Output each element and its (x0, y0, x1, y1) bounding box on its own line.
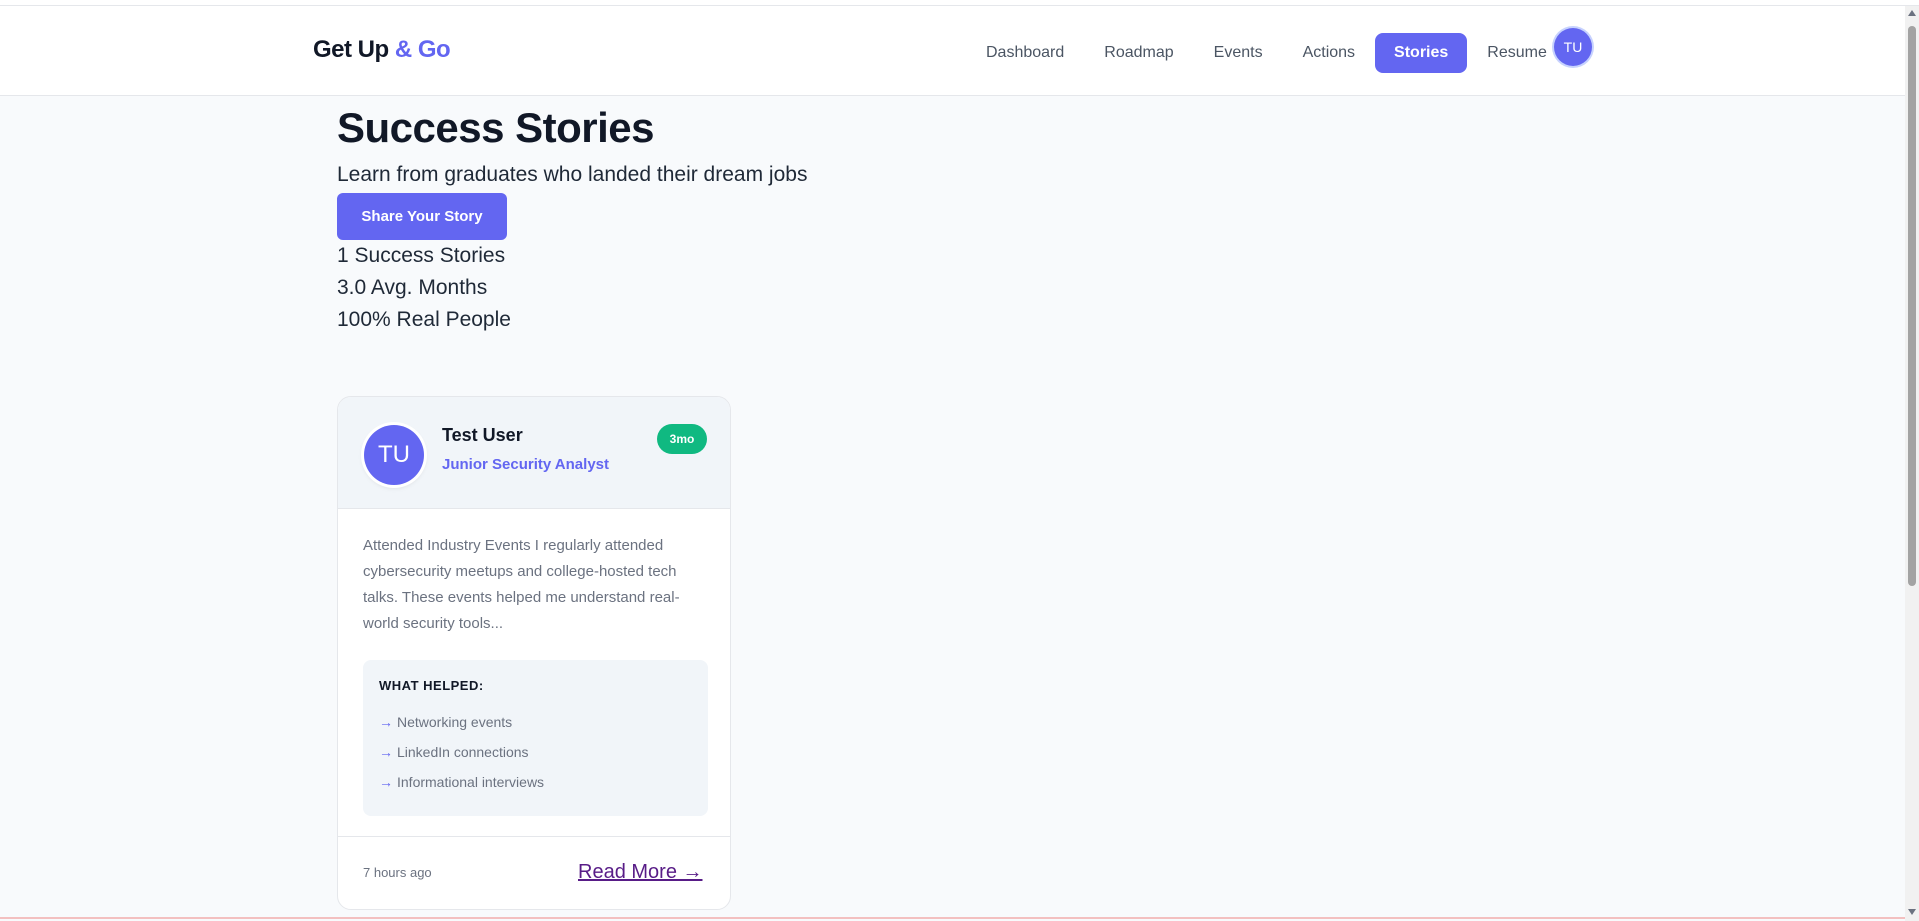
story-card-footer: 7 hours ago Read More → (338, 836, 730, 909)
vertical-scrollbar[interactable] (1905, 6, 1919, 921)
story-author-name: Test User (442, 425, 523, 445)
nav-item-events[interactable]: Events (1194, 33, 1283, 73)
nav-item-dashboard[interactable]: Dashboard (966, 33, 1084, 73)
helped-item-label: Informational interviews (397, 774, 545, 790)
story-excerpt: Attended Industry Events I regularly att… (363, 537, 680, 632)
stat-avg-months: 3.0 Avg. Months (337, 276, 488, 299)
logo[interactable]: Get Up & Go (313, 36, 451, 64)
arrow-right-icon: → (379, 714, 393, 730)
nav-item-resume[interactable]: Resume (1467, 33, 1567, 73)
story-timestamp: 7 hours ago (363, 865, 432, 880)
page-title: Success Stories (337, 104, 655, 151)
app-header: Get Up & Go Dashboard Roadmap Events Act… (0, 6, 1905, 96)
scroll-up-arrow-icon[interactable] (1908, 10, 1916, 16)
arrow-right-icon: → (379, 744, 393, 760)
story-author-role: Junior Security Analyst (442, 456, 609, 473)
helped-item-label: Networking events (397, 714, 513, 730)
logo-accent: & Go (394, 36, 451, 63)
share-story-button[interactable]: Share Your Story (337, 193, 507, 240)
bottom-edge (0, 917, 1905, 919)
logo-main: Get Up (313, 36, 389, 63)
nav-item-stories[interactable]: Stories (1375, 33, 1468, 73)
helped-item: → Networking events (379, 707, 692, 737)
story-avatar: TU (364, 425, 424, 485)
user-avatar[interactable]: TU (1554, 28, 1592, 66)
helped-item-label: LinkedIn connections (397, 744, 529, 760)
arrow-right-icon: → (379, 774, 393, 790)
nav-item-actions[interactable]: Actions (1283, 33, 1375, 73)
what-helped-title: WHAT HELPED: (379, 678, 484, 693)
duration-badge: 3mo (657, 424, 707, 454)
story-card-header: TU Test User Junior Security Analyst 3mo (338, 397, 730, 509)
scroll-thumb[interactable] (1908, 26, 1916, 586)
read-more-link[interactable]: Read More → (578, 861, 703, 884)
page-subtitle: Learn from graduates who landed their dr… (337, 163, 808, 186)
helped-item: → Informational interviews (379, 767, 692, 797)
story-card[interactable]: TU Test User Junior Security Analyst 3mo… (337, 396, 731, 910)
scroll-down-arrow-icon[interactable] (1908, 909, 1916, 915)
main-nav: Dashboard Roadmap Events Actions Stories… (966, 33, 1567, 73)
nav-item-roadmap[interactable]: Roadmap (1084, 33, 1193, 73)
stat-real-people: 100% Real People (337, 308, 511, 331)
stat-success-stories: 1 Success Stories (337, 244, 506, 267)
helped-item: → LinkedIn connections (379, 737, 692, 767)
what-helped-box: WHAT HELPED: → Networking events → LinkedI… (363, 660, 708, 816)
story-card-body: Attended Industry Events I regularly att… (338, 509, 730, 816)
